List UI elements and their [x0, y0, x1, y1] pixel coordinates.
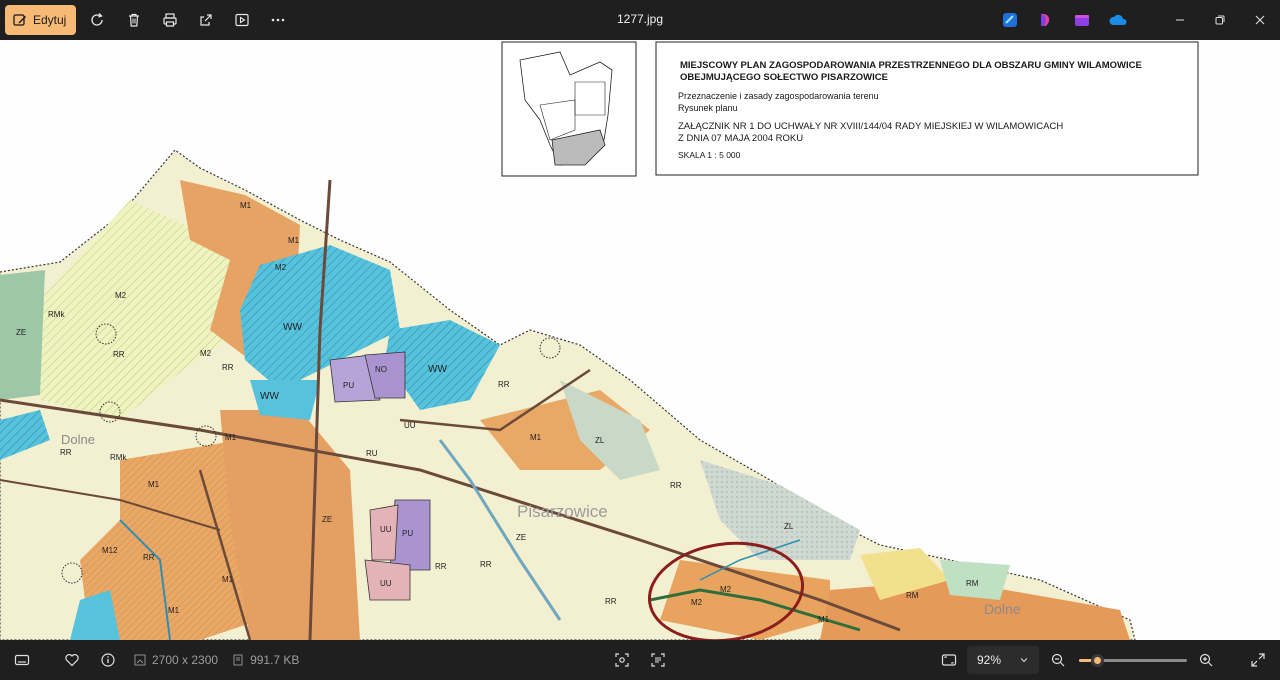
map-label: ZL — [784, 522, 794, 531]
zoom-level-value: 92% — [977, 653, 1002, 667]
zoom-slider-thumb[interactable] — [1091, 654, 1105, 667]
map-label: Dolne — [984, 601, 1021, 617]
text-recognition-icon[interactable] — [640, 642, 676, 678]
map-label: RU — [366, 449, 378, 458]
rotate-icon[interactable] — [80, 5, 116, 35]
map-label: M12 — [102, 546, 118, 555]
fit-to-window-icon[interactable] — [931, 642, 967, 678]
map-label: RR — [222, 363, 234, 372]
dimensions-icon — [134, 654, 146, 666]
map-label: RR — [60, 448, 72, 457]
map-label: M2 — [720, 585, 732, 594]
zoom-level-dropdown[interactable]: 92% — [967, 646, 1039, 674]
map-heading-1: MIEJSCOWY PLAN ZAGOSPODAROWANIA PRZESTRZ… — [680, 60, 1142, 71]
designer-icon[interactable] — [1034, 8, 1058, 32]
map-purpose-line: Przeznaczenie i zasady zagospodarowania … — [678, 91, 879, 101]
onedrive-icon[interactable] — [1106, 8, 1130, 32]
bottom-status-bar: 2700 x 2300 991.7 KB 92% — [0, 640, 1280, 680]
map-label: UU — [380, 579, 392, 588]
zoning-map-image: M1 M1 M2 M2 M2 WW WW WW PU NO PU UU UU U… — [0, 41, 1199, 640]
zoom-out-icon[interactable] — [1040, 642, 1076, 678]
map-label: M2 — [115, 291, 127, 300]
fullscreen-icon[interactable] — [1240, 642, 1276, 678]
restore-button[interactable] — [1200, 0, 1240, 40]
map-label: M1 — [240, 201, 252, 210]
map-label: M2 — [275, 263, 287, 272]
map-label: RR — [670, 481, 682, 490]
map-label: Dolne — [61, 432, 95, 447]
map-label: UU — [380, 525, 392, 534]
file-info-icon[interactable] — [90, 642, 126, 678]
map-label: RR — [113, 350, 125, 359]
map-label: M2 — [691, 598, 703, 607]
edit-image-icon — [13, 14, 26, 26]
map-label: M1 — [288, 236, 300, 245]
map-heading-2: OBEJMUJĄCEGO SOŁECTWO PISARZOWICE — [680, 72, 888, 83]
map-scale-line: SKALA 1 : 5 000 — [678, 150, 741, 160]
map-label: M1 — [818, 615, 830, 624]
filmstrip-icon[interactable] — [4, 642, 40, 678]
visual-search-icon[interactable] — [604, 642, 640, 678]
image-dimensions: 2700 x 2300 — [152, 653, 219, 667]
map-label: RR — [480, 560, 492, 569]
map-label: WW — [428, 364, 447, 375]
map-label: ZL — [595, 436, 605, 445]
map-attachment-line: ZAŁĄCZNIK NR 1 DO UCHWAŁY NR XVIII/144/0… — [678, 121, 1063, 132]
slideshow-icon[interactable] — [224, 5, 260, 35]
print-icon[interactable] — [152, 5, 188, 35]
map-place-name: Pisarzowice — [517, 502, 608, 521]
map-label: UU — [404, 421, 416, 430]
clipchamp-icon[interactable] — [998, 8, 1022, 32]
file-size-icon — [233, 654, 243, 666]
map-date-line: Z DNIA 07 MAJA 2004 ROKU — [678, 133, 803, 144]
zoom-in-icon[interactable] — [1188, 642, 1224, 678]
map-label: RR — [435, 562, 447, 571]
map-label: WW — [260, 391, 279, 402]
zoom-slider[interactable] — [1079, 654, 1187, 667]
map-label: M1 — [222, 575, 234, 584]
top-toolbar: Edytuj 1277.jpg — [0, 0, 1280, 40]
map-label: M1 — [225, 433, 237, 442]
map-drawing-line: Rysunek planu — [678, 103, 738, 113]
map-label: ZE — [516, 533, 526, 542]
map-label: M1 — [168, 606, 180, 615]
favorite-heart-icon[interactable] — [54, 642, 90, 678]
chevron-down-icon — [1020, 658, 1028, 663]
edit-button-label: Edytuj — [33, 13, 67, 27]
map-label: ZE — [16, 328, 26, 337]
photos-app-window: Edytuj 1277.jpg M1 M1 M2 M2 M2 WW WW WW … — [0, 0, 1280, 680]
edit-button[interactable]: Edytuj — [5, 5, 77, 35]
map-label: M1 — [148, 480, 160, 489]
map-label: RR — [605, 597, 617, 606]
image-canvas[interactable]: M1 M1 M2 M2 M2 WW WW WW PU NO PU UU UU U… — [0, 40, 1280, 640]
map-label: RMk — [48, 310, 65, 319]
delete-icon[interactable] — [116, 5, 152, 35]
map-label: PU — [343, 381, 354, 390]
more-icon[interactable] — [260, 5, 296, 35]
map-label: RR — [498, 380, 510, 389]
map-label: M1 — [530, 433, 542, 442]
file-size: 991.7 KB — [250, 653, 300, 667]
map-label: M2 — [200, 349, 212, 358]
map-label: RMk — [110, 453, 127, 462]
map-label: WW — [283, 322, 302, 333]
share-icon[interactable] — [188, 5, 224, 35]
image-metadata: 2700 x 2300 991.7 KB — [134, 653, 299, 667]
video-editor-icon[interactable] — [1070, 8, 1094, 32]
map-label: RR — [143, 553, 155, 562]
map-label: RM — [966, 579, 979, 588]
map-label: ZE — [322, 515, 332, 524]
map-label: PU — [402, 529, 413, 538]
minimize-button[interactable] — [1160, 0, 1200, 40]
map-label: NO — [375, 365, 387, 374]
map-label: RM — [906, 591, 919, 600]
close-button[interactable] — [1240, 0, 1280, 40]
